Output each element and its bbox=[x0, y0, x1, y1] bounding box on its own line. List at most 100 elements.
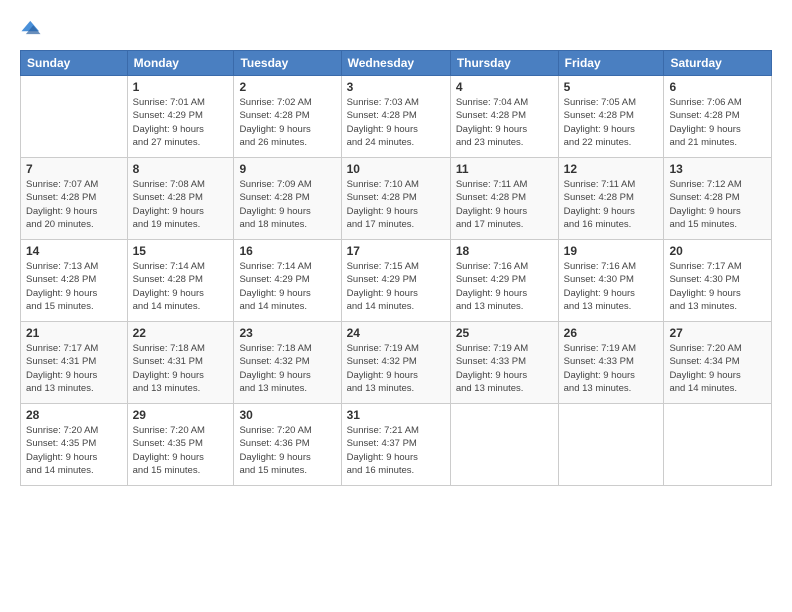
day-number: 8 bbox=[133, 162, 229, 176]
day-number: 21 bbox=[26, 326, 122, 340]
day-info: Sunrise: 7:17 AM Sunset: 4:31 PM Dayligh… bbox=[26, 342, 122, 395]
day-info: Sunrise: 7:19 AM Sunset: 4:33 PM Dayligh… bbox=[456, 342, 553, 395]
day-info: Sunrise: 7:14 AM Sunset: 4:28 PM Dayligh… bbox=[133, 260, 229, 313]
calendar-cell: 12 Sunrise: 7:11 AM Sunset: 4:28 PM Dayli… bbox=[558, 158, 664, 240]
calendar-cell bbox=[450, 404, 558, 486]
day-info: Sunrise: 7:16 AM Sunset: 4:29 PM Dayligh… bbox=[456, 260, 553, 313]
day-info: Sunrise: 7:15 AM Sunset: 4:29 PM Dayligh… bbox=[347, 260, 445, 313]
day-info: Sunrise: 7:07 AM Sunset: 4:28 PM Dayligh… bbox=[26, 178, 122, 231]
day-number: 1 bbox=[133, 80, 229, 94]
day-number: 23 bbox=[239, 326, 335, 340]
calendar-cell: 18 Sunrise: 7:16 AM Sunset: 4:29 PM Dayli… bbox=[450, 240, 558, 322]
weekday-header-tuesday: Tuesday bbox=[234, 51, 341, 76]
weekday-header-wednesday: Wednesday bbox=[341, 51, 450, 76]
day-info: Sunrise: 7:11 AM Sunset: 4:28 PM Dayligh… bbox=[564, 178, 659, 231]
day-info: Sunrise: 7:20 AM Sunset: 4:34 PM Dayligh… bbox=[669, 342, 766, 395]
day-number: 4 bbox=[456, 80, 553, 94]
logo bbox=[20, 18, 46, 40]
weekday-header-sunday: Sunday bbox=[21, 51, 128, 76]
calendar-cell: 7 Sunrise: 7:07 AM Sunset: 4:28 PM Daylig… bbox=[21, 158, 128, 240]
calendar-cell: 24 Sunrise: 7:19 AM Sunset: 4:32 PM Dayli… bbox=[341, 322, 450, 404]
calendar-cell: 11 Sunrise: 7:11 AM Sunset: 4:28 PM Dayli… bbox=[450, 158, 558, 240]
calendar-cell: 1 Sunrise: 7:01 AM Sunset: 4:29 PM Daylig… bbox=[127, 76, 234, 158]
day-number: 5 bbox=[564, 80, 659, 94]
calendar-week-2: 7 Sunrise: 7:07 AM Sunset: 4:28 PM Daylig… bbox=[21, 158, 772, 240]
calendar-cell bbox=[21, 76, 128, 158]
day-info: Sunrise: 7:03 AM Sunset: 4:28 PM Dayligh… bbox=[347, 96, 445, 149]
calendar-cell: 10Sunrise: 7:10 AM Sunset: 4:28 PM Dayli… bbox=[341, 158, 450, 240]
day-number: 29 bbox=[133, 408, 229, 422]
calendar-cell: 19 Sunrise: 7:16 AM Sunset: 4:30 PM Dayli… bbox=[558, 240, 664, 322]
day-info: Sunrise: 7:09 AM Sunset: 4:28 PM Dayligh… bbox=[239, 178, 335, 231]
day-number: 7 bbox=[26, 162, 122, 176]
day-number: 16 bbox=[239, 244, 335, 258]
day-number: 20 bbox=[669, 244, 766, 258]
day-number: 31 bbox=[347, 408, 445, 422]
day-number: 24 bbox=[347, 326, 445, 340]
weekday-header-saturday: Saturday bbox=[664, 51, 772, 76]
day-info: Sunrise: 7:19 AM Sunset: 4:32 PM Dayligh… bbox=[347, 342, 445, 395]
day-number: 6 bbox=[669, 80, 766, 94]
weekday-header-thursday: Thursday bbox=[450, 51, 558, 76]
header bbox=[20, 18, 772, 40]
weekday-header-row: SundayMondayTuesdayWednesdayThursdayFrid… bbox=[21, 51, 772, 76]
calendar-cell: 21 Sunrise: 7:17 AM Sunset: 4:31 PM Dayli… bbox=[21, 322, 128, 404]
calendar-cell: 25 Sunrise: 7:19 AM Sunset: 4:33 PM Dayli… bbox=[450, 322, 558, 404]
day-info: Sunrise: 7:12 AM Sunset: 4:28 PM Dayligh… bbox=[669, 178, 766, 231]
day-number: 11 bbox=[456, 162, 553, 176]
page: SundayMondayTuesdayWednesdayThursdayFrid… bbox=[0, 0, 792, 612]
day-info: Sunrise: 7:21 AM Sunset: 4:37 PM Dayligh… bbox=[347, 424, 445, 477]
day-info: Sunrise: 7:20 AM Sunset: 4:35 PM Dayligh… bbox=[26, 424, 122, 477]
day-number: 26 bbox=[564, 326, 659, 340]
calendar-cell: 29 Sunrise: 7:20 AM Sunset: 4:35 PM Dayli… bbox=[127, 404, 234, 486]
calendar-week-5: 28 Sunrise: 7:20 AM Sunset: 4:35 PM Dayli… bbox=[21, 404, 772, 486]
calendar-cell: 6 Sunrise: 7:06 AM Sunset: 4:28 PM Daylig… bbox=[664, 76, 772, 158]
calendar-cell bbox=[664, 404, 772, 486]
weekday-header-monday: Monday bbox=[127, 51, 234, 76]
calendar-cell: 4 Sunrise: 7:04 AM Sunset: 4:28 PM Daylig… bbox=[450, 76, 558, 158]
calendar-cell: 15Sunrise: 7:14 AM Sunset: 4:28 PM Dayli… bbox=[127, 240, 234, 322]
calendar-cell: 20 Sunrise: 7:17 AM Sunset: 4:30 PM Dayli… bbox=[664, 240, 772, 322]
calendar-cell: 3 Sunrise: 7:03 AM Sunset: 4:28 PM Daylig… bbox=[341, 76, 450, 158]
day-number: 22 bbox=[133, 326, 229, 340]
day-info: Sunrise: 7:18 AM Sunset: 4:32 PM Dayligh… bbox=[239, 342, 335, 395]
day-info: Sunrise: 7:06 AM Sunset: 4:28 PM Dayligh… bbox=[669, 96, 766, 149]
day-info: Sunrise: 7:20 AM Sunset: 4:35 PM Dayligh… bbox=[133, 424, 229, 477]
day-number: 2 bbox=[239, 80, 335, 94]
day-info: Sunrise: 7:01 AM Sunset: 4:29 PM Dayligh… bbox=[133, 96, 229, 149]
calendar-week-1: 1 Sunrise: 7:01 AM Sunset: 4:29 PM Daylig… bbox=[21, 76, 772, 158]
day-number: 14 bbox=[26, 244, 122, 258]
day-number: 18 bbox=[456, 244, 553, 258]
day-info: Sunrise: 7:20 AM Sunset: 4:36 PM Dayligh… bbox=[239, 424, 335, 477]
calendar-week-4: 21 Sunrise: 7:17 AM Sunset: 4:31 PM Dayli… bbox=[21, 322, 772, 404]
day-number: 10 bbox=[347, 162, 445, 176]
calendar-cell: 8Sunrise: 7:08 AM Sunset: 4:28 PM Daylig… bbox=[127, 158, 234, 240]
calendar-table: SundayMondayTuesdayWednesdayThursdayFrid… bbox=[20, 50, 772, 486]
weekday-header-friday: Friday bbox=[558, 51, 664, 76]
day-info: Sunrise: 7:11 AM Sunset: 4:28 PM Dayligh… bbox=[456, 178, 553, 231]
calendar-cell: 27Sunrise: 7:20 AM Sunset: 4:34 PM Dayli… bbox=[664, 322, 772, 404]
calendar-cell bbox=[558, 404, 664, 486]
calendar-cell: 2 Sunrise: 7:02 AM Sunset: 4:28 PM Daylig… bbox=[234, 76, 341, 158]
calendar-cell: 5Sunrise: 7:05 AM Sunset: 4:28 PM Daylig… bbox=[558, 76, 664, 158]
day-info: Sunrise: 7:18 AM Sunset: 4:31 PM Dayligh… bbox=[133, 342, 229, 395]
calendar-cell: 28 Sunrise: 7:20 AM Sunset: 4:35 PM Dayli… bbox=[21, 404, 128, 486]
day-number: 19 bbox=[564, 244, 659, 258]
day-number: 17 bbox=[347, 244, 445, 258]
calendar-cell: 13 Sunrise: 7:12 AM Sunset: 4:28 PM Dayli… bbox=[664, 158, 772, 240]
logo-icon bbox=[20, 18, 42, 40]
calendar-cell: 17 Sunrise: 7:15 AM Sunset: 4:29 PM Dayli… bbox=[341, 240, 450, 322]
calendar-cell: 23 Sunrise: 7:18 AM Sunset: 4:32 PM Dayli… bbox=[234, 322, 341, 404]
day-info: Sunrise: 7:04 AM Sunset: 4:28 PM Dayligh… bbox=[456, 96, 553, 149]
day-number: 25 bbox=[456, 326, 553, 340]
day-number: 28 bbox=[26, 408, 122, 422]
day-info: Sunrise: 7:02 AM Sunset: 4:28 PM Dayligh… bbox=[239, 96, 335, 149]
calendar-cell: 22 Sunrise: 7:18 AM Sunset: 4:31 PM Dayli… bbox=[127, 322, 234, 404]
day-number: 9 bbox=[239, 162, 335, 176]
day-info: Sunrise: 7:16 AM Sunset: 4:30 PM Dayligh… bbox=[564, 260, 659, 313]
day-number: 12 bbox=[564, 162, 659, 176]
day-info: Sunrise: 7:17 AM Sunset: 4:30 PM Dayligh… bbox=[669, 260, 766, 313]
calendar-cell: 14Sunrise: 7:13 AM Sunset: 4:28 PM Dayli… bbox=[21, 240, 128, 322]
day-number: 13 bbox=[669, 162, 766, 176]
day-number: 3 bbox=[347, 80, 445, 94]
